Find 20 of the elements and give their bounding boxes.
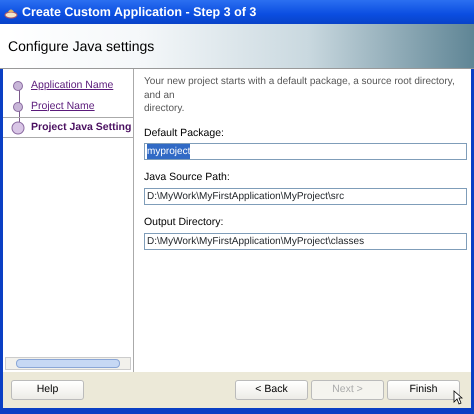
step-icon xyxy=(11,78,25,92)
horizontal-scrollbar[interactable] xyxy=(5,357,131,370)
step-item[interactable]: Project Name xyxy=(3,96,133,117)
description-text: Your new project starts with a default package, a source root directory, and an directory. xyxy=(144,75,456,116)
header-title: Configure Java settings xyxy=(8,36,154,56)
step-icon xyxy=(11,120,25,134)
back-button[interactable]: < Back xyxy=(235,380,308,400)
input-field[interactable]: D:\MyWork\MyFirstApplication\MyProject\classes xyxy=(144,232,467,250)
field-label: Default Package: xyxy=(144,126,225,140)
input-field[interactable]: myproject xyxy=(144,143,467,160)
help-button[interactable]: Help xyxy=(11,380,84,400)
step-icon xyxy=(11,100,25,114)
finish-button[interactable]: Finish xyxy=(387,380,460,400)
field-label: Java Source Path: xyxy=(144,170,231,186)
field-label: Output Directory: xyxy=(144,215,224,230)
input-field[interactable]: D:\MyWork\MyFirstApplication\MyProject\src xyxy=(144,188,467,205)
step-item[interactable]: Project Java Setting xyxy=(3,117,133,138)
window-title: Create Custom Application - Step 3 of 3 xyxy=(22,4,256,21)
step-item[interactable]: Application Name xyxy=(3,75,133,96)
pointer-icon xyxy=(453,390,463,404)
